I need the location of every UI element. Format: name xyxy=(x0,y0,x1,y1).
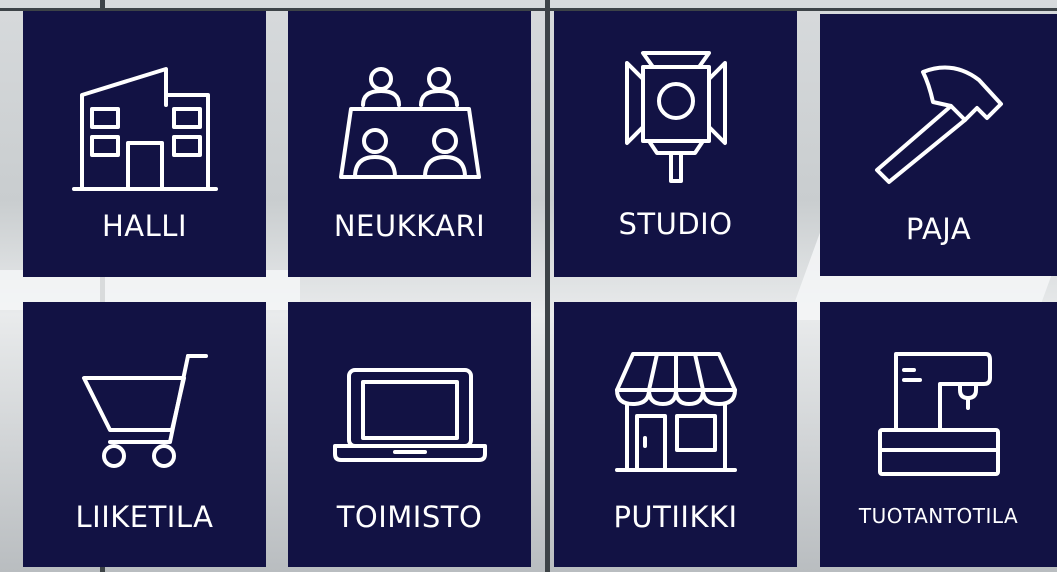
hammer-icon xyxy=(874,65,1003,184)
tile-paja[interactable]: PAJA xyxy=(820,14,1057,276)
shopping-cart-icon xyxy=(81,354,208,468)
sewing-machine-icon xyxy=(877,352,1000,476)
storefront-icon xyxy=(614,352,737,472)
studio-light-icon xyxy=(624,51,727,183)
tile-label: TUOTANTOTILA xyxy=(858,504,1019,528)
tile-putiikki[interactable]: PUTIIKKI xyxy=(554,302,797,567)
tile-label: TOIMISTO xyxy=(336,500,483,534)
tile-label: PAJA xyxy=(905,212,972,246)
tile-liiketila[interactable]: LIIKETILA xyxy=(23,302,266,567)
tile-halli[interactable]: HALLI xyxy=(23,11,266,277)
building-icon xyxy=(71,67,218,191)
tile-label: STUDIO xyxy=(618,207,733,241)
tile-studio[interactable]: STUDIO xyxy=(554,11,797,277)
tile-tuotantotila[interactable]: TUOTANTOTILA xyxy=(820,302,1057,567)
meeting-table-icon xyxy=(338,67,481,179)
tile-neukkari[interactable]: NEUKKARI xyxy=(288,11,531,277)
tile-label: NEUKKARI xyxy=(333,209,486,243)
tile-toimisto[interactable]: TOIMISTO xyxy=(288,302,531,567)
tile-label: HALLI xyxy=(101,209,187,243)
tile-label: PUTIIKKI xyxy=(613,500,738,534)
tile-label: LIIKETILA xyxy=(75,500,214,534)
laptop-icon xyxy=(332,368,487,462)
